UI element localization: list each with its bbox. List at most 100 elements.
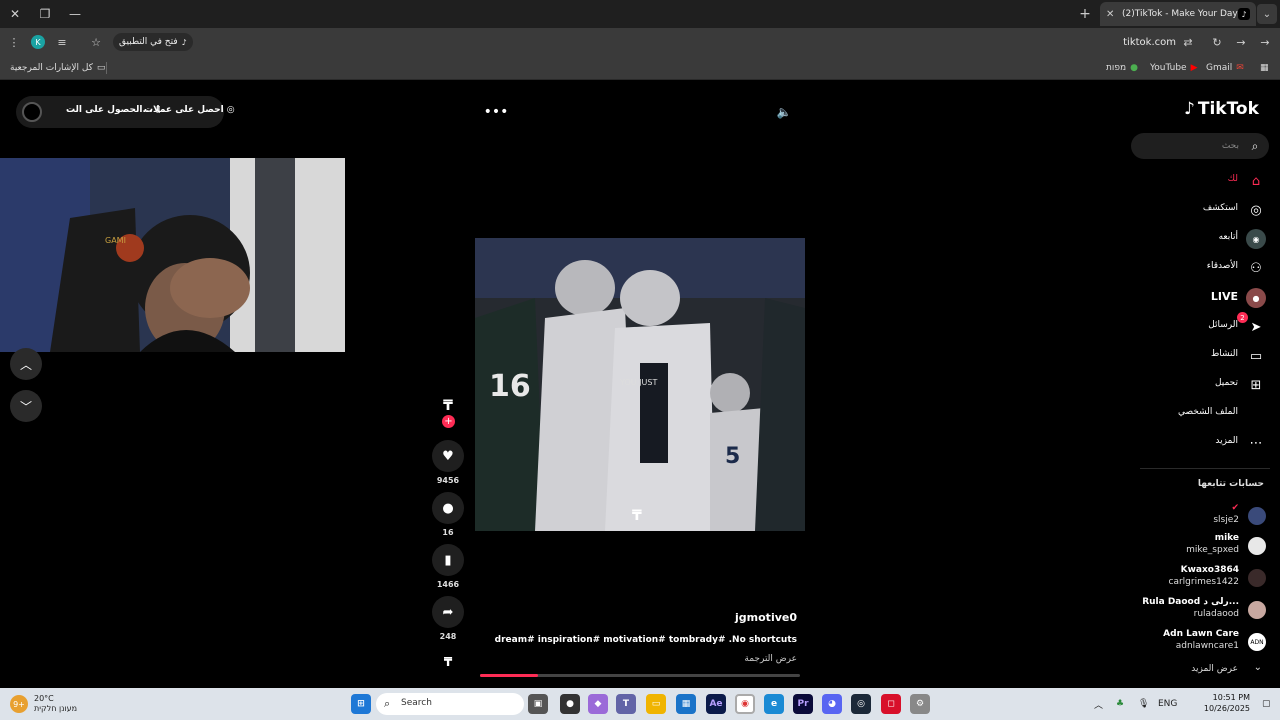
store-icon[interactable]: ▦ [676,694,696,714]
tiktok-favicon-icon: ♪ [1238,8,1250,20]
video-progress-fill [480,674,538,677]
task-view-icon[interactable]: ▣ [528,694,548,714]
comment-button[interactable]: ● [432,492,464,524]
forward-icon[interactable]: → [1231,32,1251,52]
all-bookmarks-label: كل الإشارات المرجعية [10,63,93,73]
windows-start-icon[interactable]: ⊞ [351,694,371,714]
tiktok-logo[interactable]: ♪ TikTok [1184,97,1266,121]
get-coins-label: احصل على عملات [144,105,224,115]
settings-gear-icon[interactable]: ⚙ [910,694,930,714]
search-icon[interactable]: ⌕ [1247,138,1263,154]
edge-icon[interactable]: e [764,694,784,714]
following-account-1[interactable]: mike mike_spxed [1120,533,1270,559]
profile-avatar[interactable]: K [31,35,45,49]
svg-text:5: 5 [725,444,740,469]
following-account-3[interactable]: Rula Daood رلى د... ruladaood [1120,597,1270,623]
minimize-window-icon[interactable]: — [65,4,85,24]
apps-grid-icon[interactable]: ▦ [1260,60,1269,76]
steam-icon[interactable]: ◎ [851,694,871,714]
get-coins-link[interactable]: احصل على عملات ◎ [144,105,235,115]
next-video-button[interactable]: ﹀ [10,390,42,422]
sidebar-item-label: لك [1227,174,1238,184]
share-count: 248 [439,632,457,641]
taskbar-clock[interactable]: 10:51 PM 10/26/2025 [1196,692,1250,714]
microphone-icon[interactable]: 🎙 [1138,696,1149,712]
share-button[interactable]: ➦ [432,596,464,628]
bookmark-maps[interactable]: מפות ● [1106,60,1138,76]
music-disc-icon[interactable]: ₸ [440,654,456,670]
follow-plus-icon[interactable]: + [442,415,455,428]
premiere-icon[interactable]: Pr [793,694,813,714]
volume-icon[interactable]: 🔈 [776,104,792,120]
teams-icon[interactable]: T [616,694,636,714]
app-icon-1[interactable]: ● [560,694,580,714]
media-controls-icon[interactable]: ≡ [52,32,72,52]
tray-app-icon[interactable]: ♣ [1116,696,1124,712]
following-account-2[interactable]: Kwaxo3864 carlgrimes1422 [1120,565,1270,591]
like-button[interactable]: ♥ [432,440,464,472]
close-window-icon[interactable]: ✕ [5,4,25,24]
video-username[interactable]: jgmotive0 [700,611,797,624]
bookmark-star-icon[interactable]: ☆ [86,32,106,52]
bookmark-gmail[interactable]: Gmail ✉ [1206,60,1244,76]
video-watermark-text: YOU JUST [620,378,658,387]
save-button[interactable]: ▮ [432,544,464,576]
following-account-0[interactable]: ✔ slsje2 [1120,503,1270,529]
file-explorer-icon[interactable]: ▭ [646,694,666,714]
chrome-icon[interactable]: ◉ [735,694,755,714]
all-bookmarks-button[interactable]: كل الإشارات المرجعية ▭ [10,60,105,76]
previous-video-button[interactable]: ︿ [10,348,42,380]
following-account-4[interactable]: Adn Lawn Care adnlawncare1 ADN [1120,629,1270,655]
user-avatar[interactable] [22,102,42,122]
after-effects-icon[interactable]: Ae [706,694,726,714]
see-translation-link[interactable]: عرض الترجمة [700,654,797,664]
tab-close-icon[interactable]: ✕ [1106,9,1118,20]
sidebar-item-2[interactable]: أتابعه ◉ [1170,228,1270,250]
open-in-app-label: فتح في التطبيق [119,37,178,47]
reload-icon[interactable]: ↻ [1207,32,1227,52]
video-progress-bar[interactable] [480,674,800,677]
language-indicator[interactable]: ENG [1158,696,1177,712]
menu-kebab-icon[interactable]: ⋮ [4,32,24,52]
account-avatar [1248,601,1266,619]
show-more-button[interactable]: عرض المزيد ⌄ [1140,662,1270,678]
tab-strip: ✕ ❐ — + ✕ (2)TikTok - Make Your Day ♪ ⌄ [0,0,1280,28]
restore-window-icon[interactable]: ❐ [35,4,55,24]
tray-chevron-icon[interactable]: ︿ [1094,696,1103,712]
red-app-icon[interactable]: ◻ [881,694,901,714]
account-name: Kwaxo3864 [1180,565,1239,575]
sidebar-item-4[interactable]: LIVE ● [1170,287,1270,309]
bookmark-youtube[interactable]: YouTube ▶ [1150,60,1198,76]
sidebar-item-8[interactable]: الملف الشخصي [1170,403,1270,425]
video-caption: dream# inspiration# motivation# tombrady… [494,635,797,645]
sidebar-item-7[interactable]: تحميل ⊞ [1170,374,1270,396]
sidebar-item-label: الملف الشخصي [1178,407,1238,417]
more-options-icon[interactable]: ••• [484,103,509,121]
search-input[interactable] [1139,137,1239,155]
sidebar-item-6[interactable]: النشاط ▭ [1170,345,1270,367]
creator-avatar[interactable]: ₸ [438,396,458,416]
new-tab-button[interactable]: + [1077,4,1093,24]
taskbar-search[interactable]: ⌕ Search [376,693,524,715]
copilot-icon[interactable]: ◆ [588,694,608,714]
address-bar[interactable]: tiktok.com [1100,33,1176,51]
weather-widget[interactable]: 9+ 20°C מעונן חלקית [10,692,77,716]
sidebar-item-3[interactable]: الأصدقاء ⚇ [1170,257,1270,279]
share-arrow-icon: ➦ [442,604,454,620]
webcam-overlay: GAMI [0,158,345,352]
site-settings-icon[interactable]: ⇄ [1178,32,1198,52]
open-in-app-button[interactable]: فتح في التطبيق ♪ [113,33,193,51]
sidebar-item-5[interactable]: الرسائل ➤ 2 [1170,312,1270,338]
maps-icon: ● [1130,63,1138,73]
back-icon[interactable]: → [1255,32,1275,52]
tab-tiktok[interactable]: ✕ (2)TikTok - Make Your Day ♪ [1100,2,1256,26]
sidebar-item-0[interactable]: لك ⌂ [1170,170,1270,192]
account-avatar: ADN [1248,633,1266,651]
taskbar-search-icon: ⌕ [384,697,391,710]
tab-search-icon[interactable]: ⌄ [1257,4,1277,24]
notifications-icon[interactable]: ▢ [1262,696,1271,712]
account-handle: ruladaood [1193,609,1239,619]
sidebar-item-9[interactable]: المزيد ⋯ [1170,432,1270,454]
discord-icon[interactable]: ◕ [822,694,842,714]
sidebar-item-1[interactable]: استكشف ◎ [1170,199,1270,221]
